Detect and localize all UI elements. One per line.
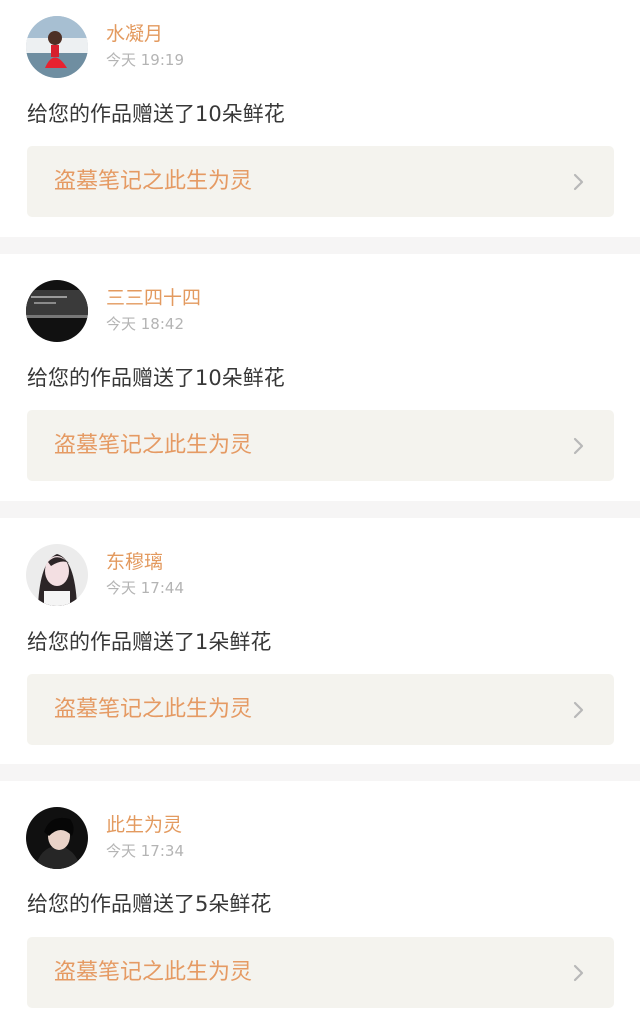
user-meta: 此生为灵 今天 17:34 xyxy=(106,807,184,861)
work-title: 盗墓笔记之此生为灵 xyxy=(54,958,252,988)
username[interactable]: 三三四十四 xyxy=(106,286,201,310)
notification-card: 此生为灵 今天 17:34 给您的作品赠送了5朵鲜花 盗墓笔记之此生为灵 xyxy=(0,781,640,1029)
work-link[interactable]: 盗墓笔记之此生为灵 xyxy=(27,674,614,745)
notification-header: 东穆璃 今天 17:44 xyxy=(26,544,184,606)
notification-card: 水凝月 今天 19:19 给您的作品赠送了10朵鲜花 盗墓笔记之此生为灵 xyxy=(0,0,640,237)
avatar[interactable] xyxy=(26,16,88,78)
avatar[interactable] xyxy=(26,544,88,606)
work-link[interactable]: 盗墓笔记之此生为灵 xyxy=(27,937,614,1008)
work-link[interactable]: 盗墓笔记之此生为灵 xyxy=(27,146,614,217)
chevron-right-icon xyxy=(570,437,588,455)
chevron-right-icon xyxy=(570,173,588,191)
flower-gift-notification-feed: 水凝月 今天 19:19 给您的作品赠送了10朵鲜花 盗墓笔记之此生为灵 xyxy=(0,0,640,1029)
user-meta: 东穆璃 今天 17:44 xyxy=(106,544,184,598)
avatar[interactable] xyxy=(26,280,88,342)
work-title: 盗墓笔记之此生为灵 xyxy=(54,167,252,197)
username[interactable]: 东穆璃 xyxy=(106,550,184,574)
timestamp: 今天 17:34 xyxy=(106,841,184,861)
username[interactable]: 此生为灵 xyxy=(106,813,184,837)
work-link[interactable]: 盗墓笔记之此生为灵 xyxy=(27,410,614,481)
avatar[interactable] xyxy=(26,807,88,869)
chevron-right-icon xyxy=(570,701,588,719)
timestamp: 今天 19:19 xyxy=(106,50,184,70)
gift-message: 给您的作品赠送了1朵鲜花 xyxy=(27,627,271,657)
notification-card: 三三四十四 今天 18:42 给您的作品赠送了10朵鲜花 盗墓笔记之此生为灵 xyxy=(0,254,640,501)
gift-message: 给您的作品赠送了10朵鲜花 xyxy=(27,363,285,393)
notification-header: 三三四十四 今天 18:42 xyxy=(26,280,201,342)
user-meta: 水凝月 今天 19:19 xyxy=(106,16,184,70)
notification-header: 此生为灵 今天 17:34 xyxy=(26,807,184,869)
user-meta: 三三四十四 今天 18:42 xyxy=(106,280,201,334)
notification-header: 水凝月 今天 19:19 xyxy=(26,16,184,78)
work-title: 盗墓笔记之此生为灵 xyxy=(54,695,252,725)
timestamp: 今天 17:44 xyxy=(106,578,184,598)
username[interactable]: 水凝月 xyxy=(106,22,184,46)
gift-message: 给您的作品赠送了10朵鲜花 xyxy=(27,99,285,129)
notification-card: 东穆璃 今天 17:44 给您的作品赠送了1朵鲜花 盗墓笔记之此生为灵 xyxy=(0,518,640,764)
chevron-right-icon xyxy=(570,964,588,982)
timestamp: 今天 18:42 xyxy=(106,314,201,334)
work-title: 盗墓笔记之此生为灵 xyxy=(54,431,252,461)
gift-message: 给您的作品赠送了5朵鲜花 xyxy=(27,889,271,919)
